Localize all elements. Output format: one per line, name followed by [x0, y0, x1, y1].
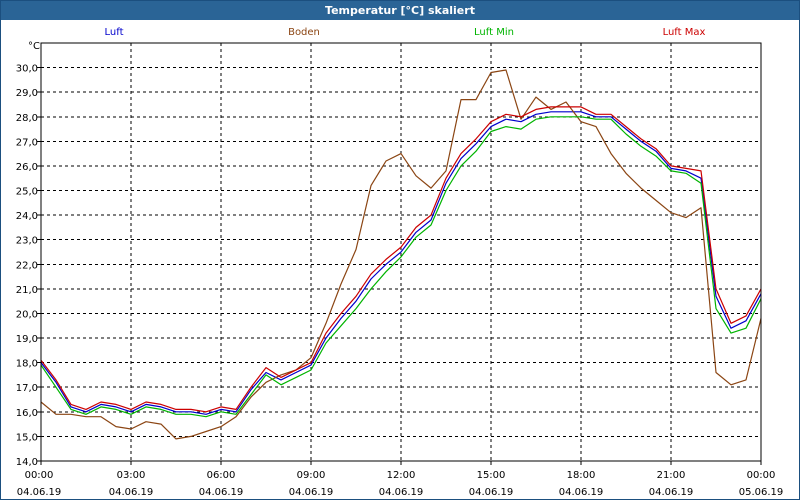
legend: Luft Boden Luft Min Luft Max: [105, 27, 706, 38]
y-tick-label: 26,0: [16, 162, 38, 173]
y-tick-label: 23,0: [16, 236, 38, 247]
y-tick-label: 25,0: [16, 187, 38, 198]
x-tick-time: 03:00: [117, 470, 146, 481]
y-tick-label: 28,0: [16, 113, 38, 124]
x-tick-date: 04.06.19: [199, 487, 244, 498]
temperature-chart: Luft Boden Luft Min Luft Max °C 14,0 15,0 16,…: [16, 27, 784, 498]
x-axis: 00:00 04.06.19 03:00 04.06.19 06:00 04.06.19 0…: [17, 461, 784, 498]
x-tick-date: 04.06.19: [289, 487, 334, 498]
x-tick-time: 00:00: [747, 470, 776, 481]
y-tick-label: 18,0: [16, 359, 38, 370]
y-tick-label: 22,0: [16, 260, 38, 271]
y-tick-label: 15,0: [16, 432, 38, 443]
x-tick-date: 04.06.19: [17, 487, 62, 498]
y-tick-label: 24,0: [16, 211, 38, 222]
x-tick-time: 15:00: [477, 470, 506, 481]
y-tick-label: 16,0: [16, 408, 38, 419]
y-axis-label: °C: [28, 41, 40, 52]
chart-title: Temperatur [°C] skaliert: [1, 1, 799, 20]
x-tick-time: 06:00: [207, 470, 236, 481]
x-tick-time: 00:00: [25, 470, 54, 481]
x-tick-time: 12:00: [387, 470, 416, 481]
y-tick-label: 19,0: [16, 334, 38, 345]
x-tick-date: 04.06.19: [559, 487, 604, 498]
y-tick-label: 27,0: [16, 137, 38, 148]
x-tick-date: 04.06.19: [109, 487, 154, 498]
x-tick-date: 04.06.19: [649, 487, 694, 498]
y-axis: 14,0 15,0 16,0 17,0 18,0 19,0 20,0 21,0 22,0 23,0…: [16, 64, 41, 468]
y-tick-label: 17,0: [16, 383, 38, 394]
x-tick-date: 05.06.19: [739, 487, 784, 498]
legend-luft: Luft: [105, 27, 124, 38]
y-tick-label: 20,0: [16, 309, 38, 320]
x-tick-time: 18:00: [567, 470, 596, 481]
y-tick-label: 14,0: [16, 457, 38, 468]
chart-window: Temperatur [°C] skaliert Luft Boden Luft M…: [0, 0, 800, 500]
y-tick-label: 21,0: [16, 285, 38, 296]
x-tick-time: 21:00: [657, 470, 686, 481]
y-tick-label: 29,0: [16, 88, 38, 99]
x-tick-date: 04.06.19: [379, 487, 424, 498]
legend-luft-max: Luft Max: [663, 27, 706, 38]
legend-boden: Boden: [288, 27, 320, 38]
legend-luft-min: Luft Min: [474, 27, 514, 38]
x-tick-date: 04.06.19: [469, 487, 514, 498]
y-tick-label: 30,0: [16, 64, 38, 75]
x-tick-time: 09:00: [297, 470, 326, 481]
